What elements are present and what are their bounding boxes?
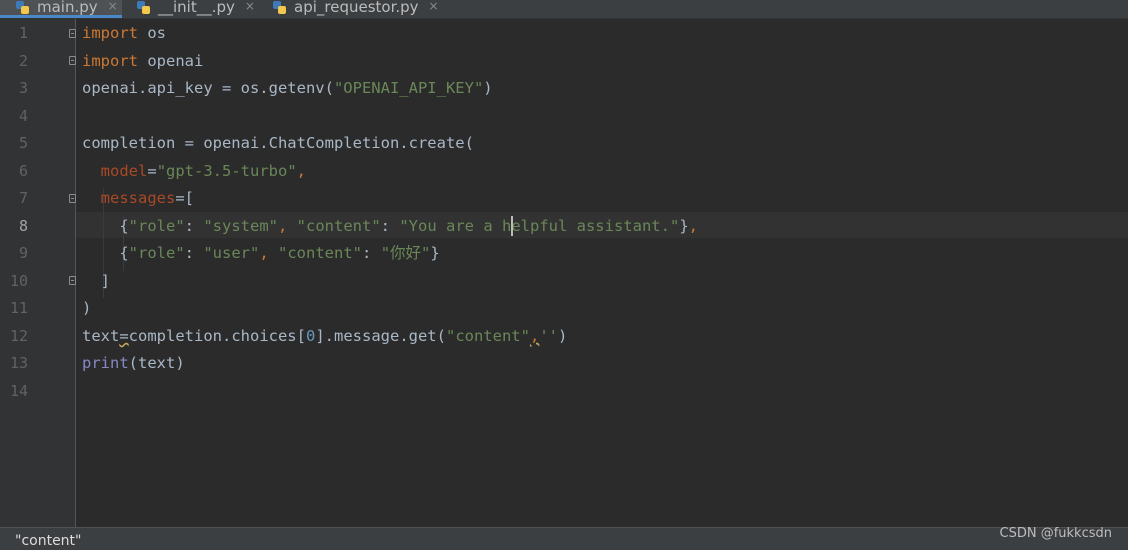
code-line-6: model="gpt-3.5-turbo", <box>100 162 307 180</box>
code-line-9: {"role": "user", "content": "你好"} <box>82 244 440 262</box>
status-bar: "content" <box>0 527 1128 550</box>
code-line-2: import openai <box>82 52 204 70</box>
code-line-8: {"role": "system", "content": "You are a… <box>82 217 698 235</box>
code-line-5: completion = openai.ChatCompletion.creat… <box>82 134 474 152</box>
code-line-10: ] <box>82 272 110 290</box>
status-hint: "content" <box>15 533 82 549</box>
code-line-12: text=completion.choices[0].message.get("… <box>82 327 568 345</box>
code-line-3: openai.api_key = os.getenv("OPENAI_API_K… <box>82 79 493 97</box>
code-line-11: ) <box>82 299 92 317</box>
text-cursor <box>511 216 513 236</box>
code-line-1: import os <box>82 24 166 42</box>
watermark: CSDN @fukkcsdn <box>999 526 1112 541</box>
code-line-13: print(text) <box>82 354 185 372</box>
code-line-7: messages=[ <box>100 189 194 207</box>
code-editor[interactable]: import os import openai openai.api_key =… <box>0 0 1128 550</box>
